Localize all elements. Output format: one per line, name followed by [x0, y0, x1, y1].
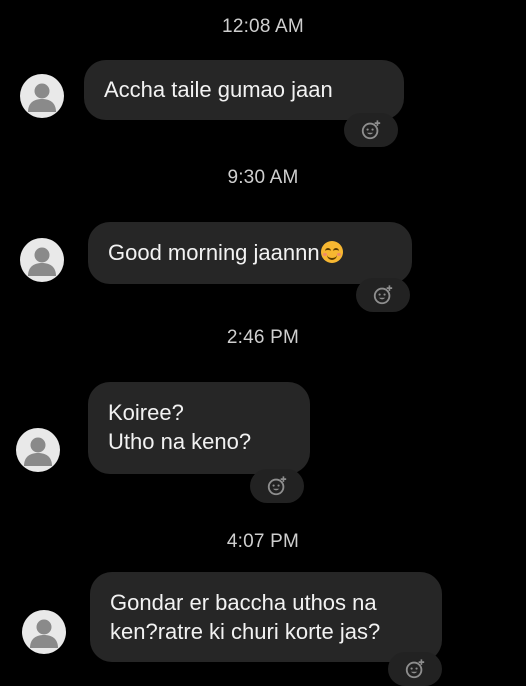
message-bubble[interactable]: Gondar er baccha uthos na ken?ratre ki c…: [90, 572, 442, 662]
add-reaction-icon: [267, 476, 287, 496]
add-reaction-button[interactable]: [344, 113, 398, 147]
add-reaction-button[interactable]: [250, 469, 304, 503]
add-reaction-icon: [361, 120, 381, 140]
smiling-face-emoji-icon: [320, 241, 343, 263]
message-bubble[interactable]: Koiree? Utho na keno?: [88, 382, 310, 474]
message-text: Accha taile gumao jaan: [104, 77, 333, 102]
add-reaction-icon: [373, 285, 393, 305]
add-reaction-icon: [405, 659, 425, 679]
message-text-line: Koiree?: [108, 400, 184, 425]
message-bubble[interactable]: Good morning jaannn: [88, 222, 412, 284]
timestamp: 2:46 PM: [226, 327, 300, 348]
add-reaction-button[interactable]: [356, 278, 410, 312]
timestamp: 4:07 PM: [226, 531, 300, 552]
message-text-line: Gondar er baccha uthos na: [110, 590, 377, 615]
message-text-line: ken?ratre ki churi korte jas?: [110, 619, 381, 644]
avatar-icon[interactable]: [16, 428, 60, 472]
timestamp: 12:08 AM: [222, 16, 304, 37]
message-text: Good morning jaannn: [108, 240, 320, 265]
avatar-icon[interactable]: [22, 610, 66, 654]
message-text-line: Utho na keno?: [108, 429, 252, 454]
message-bubble[interactable]: Accha taile gumao jaan: [84, 60, 404, 120]
avatar-icon[interactable]: [20, 238, 64, 282]
avatar-icon[interactable]: [20, 74, 64, 118]
add-reaction-button[interactable]: [388, 652, 442, 686]
timestamp: 9:30 AM: [227, 167, 299, 188]
